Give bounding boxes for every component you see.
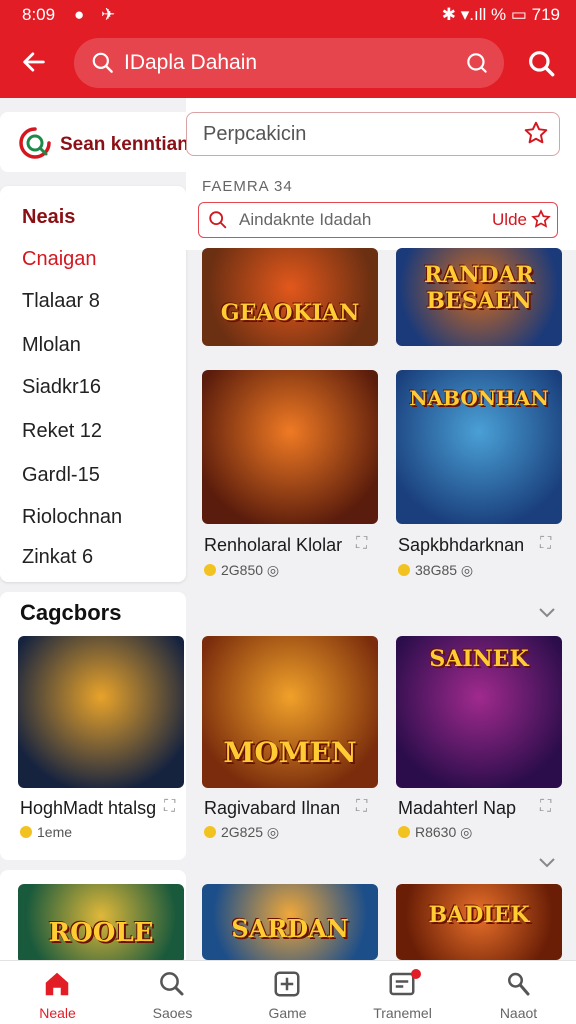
nav-item[interactable]: Tlalaar 8: [22, 290, 100, 313]
search-icon: [92, 52, 113, 73]
game-meta: R8630 ◎: [398, 824, 472, 841]
game-card-image[interactable]: SARDAN: [202, 884, 378, 960]
search-icon[interactable]: [464, 50, 490, 76]
tab-label: Naaot: [499, 1005, 538, 1021]
game-meta: 38G85 ◎: [398, 562, 473, 579]
bookmark-icon[interactable]: ⛶: [356, 798, 367, 816]
game-art-title: ROOLE: [48, 918, 154, 948]
nav-item[interactable]: Gardl-15: [22, 464, 100, 487]
game-art-title: BADIEK: [428, 902, 530, 928]
sub-search-placeholder: Aindaknte Idadah: [239, 210, 372, 229]
profile-icon: [508, 972, 530, 996]
bookmark-icon[interactable]: ⛶: [164, 798, 175, 816]
status-bar: 8:09 ● ✈ ✱ ▾.ıll % ▭ 719: [0, 0, 576, 30]
filter-input[interactable]: Perpcakicin: [186, 112, 560, 156]
game-art-title: GEAOKIAN: [220, 300, 360, 326]
coin-icon: [398, 826, 410, 838]
search-button[interactable]: [526, 48, 558, 80]
chevron-down-icon[interactable]: [535, 600, 559, 624]
nav-item[interactable]: Reket 12: [22, 420, 102, 443]
tab-label: Game: [268, 1005, 307, 1021]
bookmark-icon[interactable]: ⛶: [356, 535, 367, 553]
search-logo-icon: [19, 127, 51, 159]
game-coin-value: 2G850: [221, 562, 264, 578]
game-title[interactable]: Madahterl Nap: [398, 798, 516, 819]
notification-badge: [411, 969, 421, 979]
status-indicators: ✱ ▾.ıll % ▭ 719: [441, 5, 560, 24]
notification-icons: ● ✈: [74, 5, 122, 24]
nav-item[interactable]: Zinkat 6: [22, 546, 93, 569]
category-card-image[interactable]: ROOLE: [18, 884, 184, 964]
nav-item[interactable]: Siadkr16: [22, 376, 101, 399]
coin-icon: [204, 564, 216, 576]
tab-inbox[interactable]: Tranemel: [345, 961, 460, 1024]
plus-square-icon: [274, 971, 300, 997]
status-time: 8:09: [22, 5, 56, 24]
coin-icon: [20, 826, 32, 838]
top-app-bar: 8:09 ● ✈ ✱ ▾.ıll % ▭ 719 IDapla Dahain: [0, 0, 576, 98]
nav-item[interactable]: Riolochnan: [22, 506, 122, 529]
game-art-title: SAINEK: [429, 646, 529, 672]
search-icon: [160, 972, 184, 996]
categories-panel: Cagcbors HoghMadt htalsg ⛶ 1eme: [0, 592, 186, 860]
sub-search-action[interactable]: Ulde: [492, 210, 527, 230]
game-art-title: NABONHAN: [409, 386, 549, 410]
game-art-title: RANDAR BESAEN: [424, 262, 534, 314]
nav-title: Neais: [22, 206, 76, 228]
side-search-button[interactable]: Sean kenntiani: [0, 112, 198, 172]
category-card-image[interactable]: [18, 636, 184, 788]
coin-icon: [204, 826, 216, 838]
back-arrow-icon: [23, 52, 45, 72]
category-meta-value: 1eme: [37, 824, 73, 840]
categories-title: Cagcbors: [20, 600, 122, 625]
game-art-title: SARDAN: [231, 914, 349, 943]
game-card-image[interactable]: BADIEK: [396, 884, 562, 960]
bottom-navigation: Neale Saoes Game Tranemel Naaot: [0, 960, 576, 1024]
game-coin-value: R8630: [415, 824, 457, 840]
game-card-image[interactable]: NABONHAN: [396, 370, 562, 524]
section-label: FAEMRA 34: [202, 178, 293, 195]
tab-profile[interactable]: Naaot: [461, 961, 576, 1024]
sub-search-input[interactable]: Aindaknte Idadah Ulde: [198, 202, 558, 238]
filter-panel: Perpcakicin FAEMRA 34 Aindaknte Idadah U…: [186, 98, 576, 250]
game-card-image[interactable]: GEAOKIAN: [202, 248, 378, 346]
category-card-bottom: ROOLE: [0, 870, 186, 970]
search-input[interactable]: IDapla Dahain: [124, 51, 257, 75]
game-card-image[interactable]: MOMEN: [202, 636, 378, 788]
tab-home[interactable]: Neale: [0, 961, 115, 1024]
game-art-title: MOMEN: [223, 736, 357, 769]
bookmark-icon[interactable]: ⛶: [540, 798, 551, 816]
game-meta: 2G850 ◎: [204, 562, 279, 579]
game-coin-value: 2G825: [221, 824, 264, 840]
game-title[interactable]: Sapkbhdarknan: [398, 535, 524, 556]
tab-label: Tranemel: [373, 1005, 432, 1021]
game-card-image[interactable]: [202, 370, 378, 524]
nav-panel: Neais Cnaigan Tlalaar 8 Mlolan Siadkr16 …: [0, 186, 186, 582]
game-title[interactable]: Ragivabard Ilnan: [204, 798, 340, 819]
search-icon: [209, 211, 227, 229]
game-coin-value: 38G85: [415, 562, 458, 578]
tab-game[interactable]: Game: [230, 961, 345, 1024]
game-card-image[interactable]: SAINEK: [396, 636, 562, 788]
search-bar[interactable]: IDapla Dahain: [74, 38, 504, 88]
nav-item[interactable]: Mlolan: [22, 334, 81, 357]
game-title[interactable]: Renholaral Klolar: [204, 535, 342, 556]
tab-search[interactable]: Saoes: [115, 961, 230, 1024]
game-card-image[interactable]: RANDAR BESAEN: [396, 248, 562, 346]
bookmark-icon[interactable]: ⛶: [540, 535, 551, 553]
filter-input-text: Perpcakicin: [203, 123, 307, 145]
star-icon[interactable]: [523, 120, 549, 146]
category-meta: 1eme: [20, 824, 72, 840]
back-button[interactable]: [14, 44, 54, 80]
side-search-label: Sean kenntiani: [60, 134, 195, 155]
chevron-down-icon[interactable]: [535, 850, 559, 874]
nav-item-active[interactable]: Cnaigan: [22, 248, 97, 271]
game-meta: 2G825 ◎: [204, 824, 279, 841]
tab-label: Neale: [39, 1005, 76, 1021]
coin-icon: [398, 564, 410, 576]
star-icon[interactable]: [531, 209, 551, 229]
home-icon: [45, 972, 69, 996]
tab-label: Saoes: [152, 1005, 193, 1021]
category-title[interactable]: HoghMadt htalsg: [20, 798, 156, 819]
